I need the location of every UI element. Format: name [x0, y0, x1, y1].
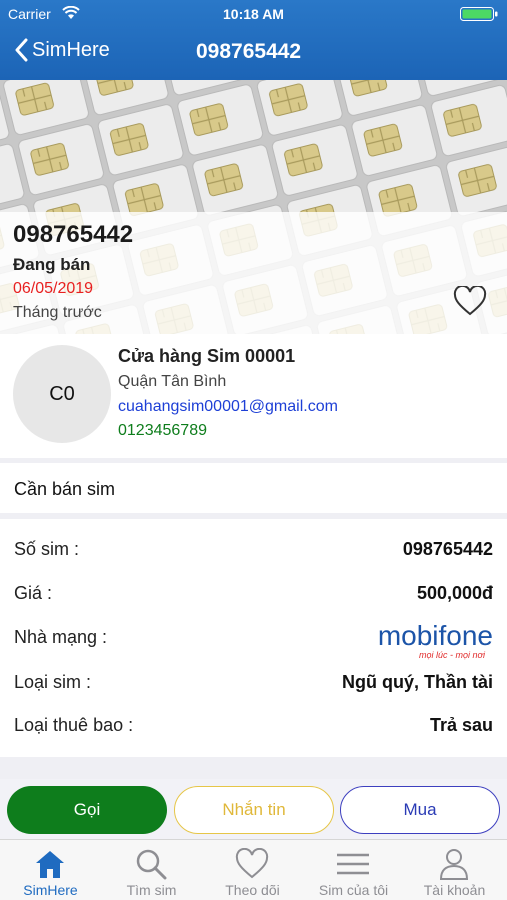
sim-hero: 098765442 Đang bán 06/05/2019 Tháng trướ… [0, 80, 507, 334]
detail-value: Ngũ quý, Thần tài [342, 672, 493, 692]
tab-following[interactable]: Theo dõi [202, 840, 303, 900]
detail-row-price: Giá : 500,000đ [0, 579, 507, 609]
status-bar: Carrier 10:18 AM [0, 6, 507, 22]
user-icon [439, 849, 469, 880]
detail-label: Số sim : [14, 539, 80, 559]
sim-number-heading: 098765442 [13, 221, 134, 248]
back-button[interactable]: SimHere [14, 38, 110, 62]
relative-time: Tháng trước [13, 304, 102, 321]
store-avatar: C0 [13, 345, 111, 443]
store-name: Cửa hàng Sim 00001 [118, 346, 296, 366]
status-time: 10:18 AM [223, 6, 284, 22]
buy-button[interactable]: Mua [340, 786, 500, 834]
detail-value: 500,000đ [416, 583, 493, 603]
detail-label: Giá : [14, 583, 53, 603]
sale-status: Đang bán [13, 255, 91, 274]
detail-value: 098765442 [402, 539, 493, 559]
mobifone-logo: mobifone mọi lúc - mọi nơi [378, 621, 493, 660]
chevron-left-icon [15, 38, 28, 62]
detail-row-network: Nhà mạng : mobifone mọi lúc - mọi nơi [0, 621, 507, 660]
tab-label: Theo dõi [225, 882, 280, 898]
post-date: 06/05/2019 [13, 280, 94, 297]
detail-row-sim-number: Số sim : 098765442 [0, 535, 507, 565]
store-email-link[interactable]: cuahangsim00001@gmail.com [118, 398, 338, 416]
post-title-section: Cần bán sim [0, 463, 507, 513]
home-icon [36, 851, 64, 878]
detail-label: Loại thuê bao : [14, 715, 134, 735]
sim-details: Số sim : 098765442 Giá : 500,000đ Nhà mạ… [0, 519, 507, 757]
call-button[interactable]: Gọi [7, 786, 167, 834]
avatar-initials: C0 [49, 382, 75, 405]
tab-label: Sim của tôi [318, 882, 389, 898]
tab-bar: SimHere Tìm sim Theo dõi Sim của tôi Tài… [0, 839, 507, 900]
tab-account[interactable]: Tài khoản [404, 840, 505, 900]
navigation-bar: SimHere 098765442 [0, 36, 507, 70]
detail-value: Trả sau [429, 715, 493, 735]
detail-label: Nhà mạng : [14, 627, 108, 647]
list-icon [337, 853, 369, 875]
app-header: Carrier 10:18 AM SimHere 098765442 [0, 0, 507, 80]
store-district: Quận Tân Bình [118, 373, 227, 390]
back-label: SimHere [32, 38, 110, 61]
detail-row-sim-type: Loại sim : Ngũ quý, Thần tài [0, 668, 507, 698]
page-title: 098765442 [196, 40, 302, 63]
battery-icon [460, 7, 498, 21]
tab-label: Tìm sim [126, 882, 177, 898]
store-phone-link[interactable]: 0123456789 [118, 422, 207, 440]
search-icon [136, 849, 167, 880]
tab-my-sims[interactable]: Sim của tôi [303, 840, 404, 900]
tab-label: SimHere [23, 882, 78, 898]
logo-text: mobifone [378, 621, 493, 651]
heart-icon [235, 848, 269, 879]
action-bar: Gọi Nhắn tin Mua [0, 779, 507, 839]
tab-search[interactable]: Tìm sim [101, 840, 202, 900]
tab-simhere[interactable]: SimHere [0, 840, 101, 900]
message-button[interactable]: Nhắn tin [174, 786, 334, 834]
tab-label: Tài khoản [423, 882, 486, 898]
logo-tagline: mọi lúc - mọi nơi [419, 650, 486, 660]
follow-heart-icon[interactable] [453, 286, 487, 316]
store-card[interactable]: C0 Cửa hàng Sim 00001 Quận Tân Bình cuah… [0, 334, 507, 458]
detail-row-subscription: Loại thuê bao : Trả sau [0, 711, 507, 741]
post-title: Cần bán sim [14, 479, 116, 499]
detail-label: Loại sim : [14, 672, 92, 692]
